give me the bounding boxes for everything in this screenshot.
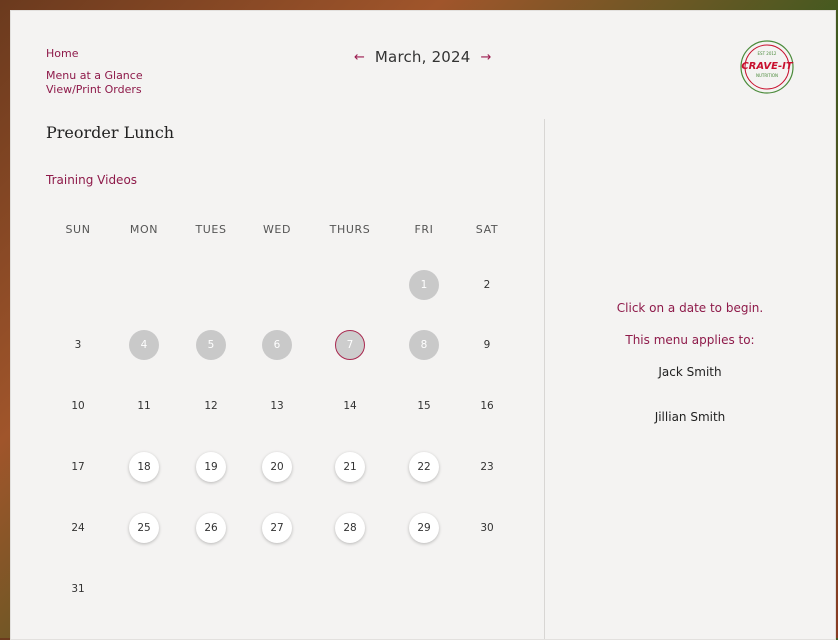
logo-sub-text: NUTRITION bbox=[756, 73, 778, 78]
arrow-left-icon[interactable]: ← bbox=[354, 51, 365, 64]
calendar-day: 15 bbox=[417, 400, 431, 412]
calendar-day: 13 bbox=[270, 400, 284, 412]
calendar-day[interactable]: 25 bbox=[129, 513, 159, 543]
calendar-day[interactable]: 19 bbox=[196, 452, 226, 482]
calendar-day: 24 bbox=[71, 522, 85, 534]
calendar-day[interactable]: 5 bbox=[196, 330, 226, 360]
applies-to-label: This menu applies to: bbox=[625, 333, 755, 347]
main-panel: Home Menu at a Glance View/Print Orders … bbox=[10, 10, 836, 640]
weekday-header-tues: TUES bbox=[195, 223, 227, 236]
calendar-day[interactable]: 26 bbox=[196, 513, 226, 543]
calendar-day: 31 bbox=[71, 583, 85, 595]
calendar-day[interactable]: 20 bbox=[262, 452, 292, 482]
student-name[interactable]: Jack Smith bbox=[545, 365, 835, 379]
weekday-header-fri: FRI bbox=[414, 223, 434, 236]
calendar-day[interactable]: 18 bbox=[129, 452, 159, 482]
calendar-day[interactable]: 21 bbox=[335, 452, 365, 482]
panel-divider bbox=[544, 119, 545, 639]
calendar-day[interactable]: 1 bbox=[409, 270, 439, 300]
calendar-day: 2 bbox=[483, 279, 491, 291]
page-title: Preorder Lunch bbox=[46, 123, 175, 142]
calendar-day: 16 bbox=[480, 400, 494, 412]
logo-main-text: CRAVE-IT bbox=[741, 61, 794, 72]
weekday-header-wed: WED bbox=[262, 223, 292, 236]
arrow-right-icon[interactable]: → bbox=[481, 51, 492, 64]
calendar-day[interactable]: 28 bbox=[335, 513, 365, 543]
month-navigation: ← March, 2024 → bbox=[354, 47, 504, 67]
calendar-day: 12 bbox=[204, 400, 218, 412]
training-videos-link[interactable]: Training Videos bbox=[46, 173, 137, 187]
calendar-day: 17 bbox=[71, 461, 85, 473]
student-name[interactable]: Jillian Smith bbox=[545, 410, 835, 424]
menu-at-a-glance-link[interactable]: Menu at a Glance bbox=[46, 69, 143, 82]
weekday-header-mon: MON bbox=[129, 223, 159, 236]
calendar-day[interactable]: 27 bbox=[262, 513, 292, 543]
home-link[interactable]: Home bbox=[46, 47, 78, 60]
weekday-header-sat: SAT bbox=[475, 223, 499, 236]
calendar-day: 3 bbox=[74, 339, 82, 351]
calendar-day: 9 bbox=[483, 339, 491, 351]
begin-prompt: Click on a date to begin. bbox=[616, 301, 764, 315]
calendar-day[interactable]: 29 bbox=[409, 513, 439, 543]
calendar-day[interactable]: 4 bbox=[129, 330, 159, 360]
calendar-day: 14 bbox=[343, 400, 357, 412]
calendar-day: 11 bbox=[137, 400, 151, 412]
calendar-day: 23 bbox=[480, 461, 494, 473]
weekday-header-sun: SUN bbox=[65, 223, 91, 236]
month-title: March, 2024 bbox=[374, 48, 471, 66]
calendar-day[interactable]: 8 bbox=[409, 330, 439, 360]
crave-it-logo: EST 2012 CRAVE-IT NUTRITION bbox=[740, 40, 794, 94]
calendar-day: 30 bbox=[480, 522, 494, 534]
logo-top-text: EST 2012 bbox=[758, 51, 777, 56]
view-print-orders-link[interactable]: View/Print Orders bbox=[46, 83, 142, 96]
calendar-day[interactable]: 22 bbox=[409, 452, 439, 482]
calendar-day[interactable]: 7 bbox=[335, 330, 365, 360]
weekday-header-thurs: THURS bbox=[329, 223, 371, 236]
calendar-day: 10 bbox=[71, 400, 85, 412]
calendar-day[interactable]: 6 bbox=[262, 330, 292, 360]
